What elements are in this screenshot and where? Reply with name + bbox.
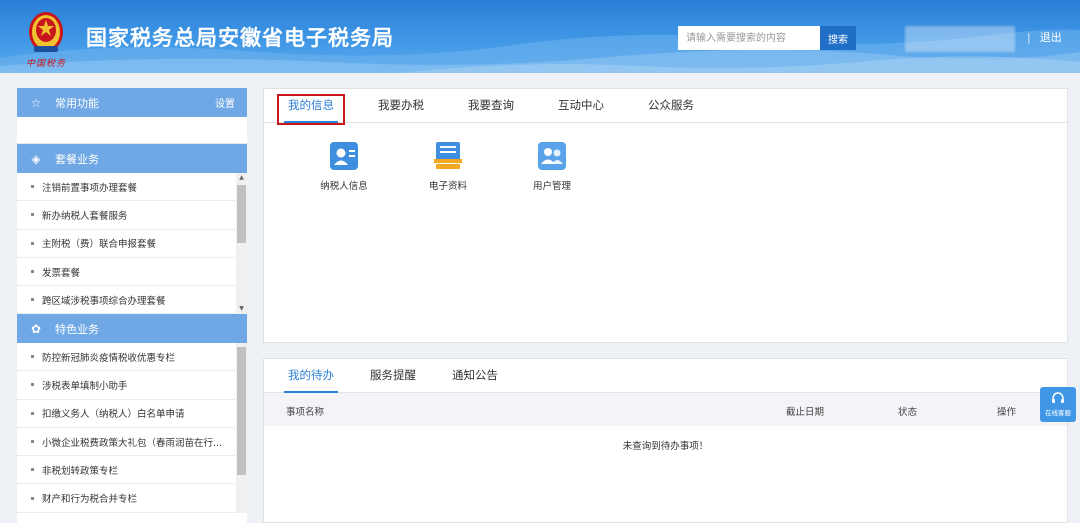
- taxpayer-card-icon: [330, 142, 358, 170]
- scroll-thumb[interactable]: [237, 347, 246, 475]
- list-item[interactable]: 财产和行为税合并专栏: [17, 484, 235, 513]
- list-item[interactable]: 涉税表单填制小助手: [17, 371, 235, 400]
- list-item[interactable]: 发票套餐: [17, 258, 235, 287]
- app-label: 纳税人信息: [320, 181, 368, 192]
- tab-tax-handling[interactable]: 我要办税: [370, 97, 432, 122]
- common-functions-title: 常用功能: [55, 96, 99, 110]
- app-label: 用户管理: [532, 181, 571, 192]
- scroll-up-icon[interactable]: ▲: [236, 173, 247, 183]
- column-header: 事项名称: [286, 407, 325, 418]
- app-grid: 纳税人信息 电子资料 用户管理: [264, 123, 1067, 192]
- special-scrollbar[interactable]: [236, 343, 247, 513]
- list-item[interactable]: 小微企业税费政策大礼包（春雨润苗在行...: [17, 428, 235, 457]
- tab-interaction-center[interactable]: 互动中心: [550, 97, 612, 122]
- list-item[interactable]: 非税划转政策专栏: [17, 456, 235, 485]
- todo-panel: 我的待办 服务提醒 通知公告 事项名称 截止日期 状态 操作 未查询到待办事项！: [263, 358, 1068, 523]
- tab-my-todo[interactable]: 我的待办: [280, 367, 342, 393]
- list-item[interactable]: 新办纳税人套餐服务: [17, 201, 235, 230]
- tab-my-info[interactable]: 我的信息: [277, 94, 345, 125]
- document-stack-icon: [434, 142, 462, 169]
- tab-public-service[interactable]: 公众服务: [640, 97, 702, 122]
- column-header: 操作: [997, 407, 1017, 418]
- taxpayer-info-app[interactable]: 纳税人信息: [292, 141, 396, 192]
- site-title: 国家税务总局安徽省电子税务局: [86, 26, 394, 50]
- grid-flower-icon: ✿: [30, 321, 42, 336]
- tab-notice[interactable]: 通知公告: [444, 367, 506, 392]
- online-service-button[interactable]: 在线客服: [1040, 387, 1076, 422]
- search-button[interactable]: 搜索: [820, 26, 856, 50]
- star-icon: ☆: [30, 95, 42, 110]
- todo-table-header: 事项名称 截止日期 状态 操作: [264, 393, 1067, 426]
- common-functions-header: ☆ 常用功能 设置: [17, 88, 247, 117]
- list-item[interactable]: 主附税（费）联合申报套餐: [17, 230, 235, 258]
- settings-link[interactable]: 设置: [215, 95, 235, 110]
- package-scrollbar[interactable]: ▲ ▼: [236, 173, 247, 314]
- tab-query[interactable]: 我要查询: [460, 97, 522, 122]
- list-item[interactable]: 防控新冠肺炎疫情税收优惠专栏: [17, 343, 235, 372]
- package-business-title: 套餐业务: [55, 152, 99, 166]
- empty-message: 未查询到待办事项！: [622, 441, 709, 452]
- electronic-documents-app[interactable]: 电子资料: [396, 141, 500, 192]
- scroll-down-icon[interactable]: ▼: [236, 304, 247, 314]
- special-business-title: 特色业务: [55, 322, 99, 336]
- list-item[interactable]: 扣缴义务人（纳税人）白名单申请: [17, 400, 235, 428]
- tab-service-reminder[interactable]: 服务提醒: [362, 367, 424, 392]
- list-item[interactable]: 注销前置事项办理套餐: [17, 173, 235, 202]
- app-label: 电子资料: [428, 181, 467, 192]
- user-info-blurred[interactable]: [905, 26, 1015, 52]
- common-functions-area: [17, 117, 247, 144]
- column-header: 截止日期: [786, 407, 825, 418]
- site-header: 中国税务 国家税务总局安徽省电子税务局 搜索 退出: [0, 0, 1080, 73]
- online-service-label: 在线客服: [1045, 409, 1071, 417]
- list-item[interactable]: 跨区域涉税事项综合办理套餐: [17, 286, 235, 314]
- main-tabs: 我的信息 我要办税 我要查询 互动中心 公众服务: [264, 89, 1067, 125]
- user-management-app[interactable]: 用户管理: [500, 141, 604, 192]
- todo-tabs: 我的待办 服务提醒 通知公告: [264, 359, 1067, 393]
- special-business-list: 防控新冠肺炎疫情税收优惠专栏 涉税表单填制小助手 扣缴义务人（纳税人）白名单申请…: [17, 343, 247, 513]
- scroll-thumb[interactable]: [237, 185, 246, 243]
- package-business-header[interactable]: ◈ 套餐业务: [17, 144, 247, 173]
- layers-icon: ◈: [31, 151, 41, 166]
- my-info-panel: 我的信息 我要办税 我要查询 互动中心 公众服务 纳税人信息 电子资料 用户管理: [263, 88, 1068, 343]
- package-business-list: 注销前置事项办理套餐 新办纳税人套餐服务 主附税（费）联合申报套餐 发票套餐 跨…: [17, 173, 247, 314]
- search-input[interactable]: [678, 26, 820, 50]
- column-header: 状态: [898, 407, 918, 418]
- sidebar: ☆ 常用功能 设置 ◈ 套餐业务 注销前置事项办理套餐 新办纳税人套餐服务 主附…: [17, 88, 247, 523]
- slogan-logo: 中国税务: [26, 59, 67, 69]
- special-business-header[interactable]: ✿ 特色业务: [17, 314, 247, 343]
- tax-emblem-icon: [29, 12, 63, 52]
- headset-icon: [1052, 392, 1064, 403]
- users-icon: [538, 142, 566, 170]
- logout-link[interactable]: 退出: [1027, 29, 1062, 45]
